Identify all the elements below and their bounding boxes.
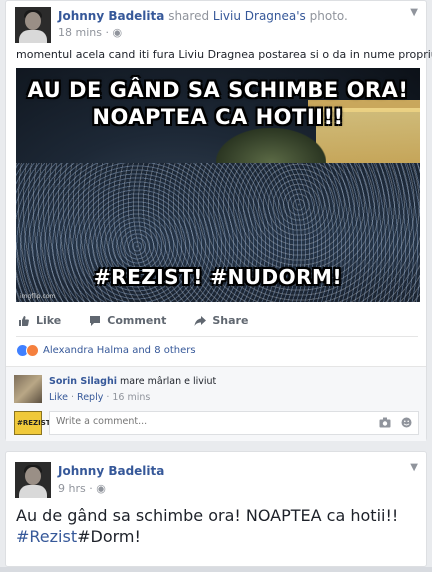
globe-icon: ◉ — [96, 482, 106, 495]
comment-meta: Like · Reply · 16 mins — [49, 392, 151, 403]
comment-timestamp[interactable]: 16 mins — [112, 392, 150, 403]
emoji-icon[interactable] — [401, 417, 412, 428]
hashtag-link[interactable]: #Rezist — [16, 527, 77, 546]
meme-caption-line-1: AU DE GÂND SA SCHIMBE ORA! — [27, 78, 409, 102]
comment-like-link[interactable]: Like — [49, 392, 68, 403]
shared-owner-link[interactable]: Liviu Dragnea's — [213, 9, 306, 23]
comment-icon — [90, 315, 101, 326]
comments-section: Sorin Silaghi mare mârlan e liviut Like … — [6, 366, 426, 441]
thumbs-up-icon — [19, 315, 29, 326]
camera-icon[interactable] — [379, 417, 391, 428]
comment-text: mare mârlan e liviut — [120, 376, 217, 387]
divider — [16, 336, 418, 337]
comment-button[interactable]: Comment — [89, 314, 166, 327]
author-name[interactable]: Johnny Badelita — [58, 464, 164, 478]
globe-icon: ◉ — [112, 26, 123, 39]
post-text: Au de gând sa schimbe ora! NOAPTEA ca ho… — [16, 506, 399, 546]
share-button[interactable]: Share — [194, 314, 248, 327]
author-avatar[interactable] — [15, 462, 51, 498]
post-timestamp[interactable]: 18 mins — [58, 26, 102, 39]
post-meta: 18 mins · ◉ — [58, 26, 123, 39]
post-text: momentul acela cand iti fura Liviu Dragn… — [16, 48, 432, 61]
chevron-down-icon[interactable]: ▼ — [410, 462, 418, 473]
like-button[interactable]: Like — [18, 314, 61, 327]
current-user-avatar: #REZIST — [14, 411, 51, 435]
commenter-name[interactable]: Sorin Silaghi — [49, 376, 117, 387]
comment-reply-link[interactable]: Reply — [77, 392, 103, 403]
meme-caption-bottom: #REZIST! #NUDORM! — [93, 265, 343, 289]
post-actions: Like Comment Share — [18, 314, 276, 327]
comment-box[interactable] — [49, 411, 419, 435]
image-watermark: imgflip.com — [20, 293, 56, 300]
post-timestamp[interactable]: 9 hrs — [58, 482, 86, 495]
post-header: Johnny Badelita shared Liviu Dragnea's p… — [58, 9, 348, 23]
meme-caption-line-2: NOAPTEA CA HOTII!! — [92, 105, 344, 129]
shared-photo[interactable]: AU DE GÂND SA SCHIMBE ORA! NOAPTEA CA HO… — [16, 68, 420, 302]
author-avatar[interactable] — [15, 7, 51, 43]
angry-reaction-icon — [26, 344, 39, 357]
reactions-summary[interactable]: Alexandra Halma and 8 others — [16, 344, 196, 357]
post-card: ▼ Johnny Badelita 9 hrs · ◉ Au de gând s… — [5, 451, 427, 567]
post-card: ▼ Johnny Badelita shared Liviu Dragnea's… — [5, 0, 432, 441]
reactions-names[interactable]: Alexandra Halma and 8 others — [43, 345, 196, 356]
share-icon — [194, 315, 207, 326]
commenter-avatar[interactable] — [14, 375, 42, 403]
post-meta: 9 hrs · ◉ — [58, 482, 106, 495]
comment-input[interactable] — [56, 416, 346, 427]
comment: Sorin Silaghi mare mârlan e liviut — [49, 376, 216, 387]
chevron-down-icon[interactable]: ▼ — [410, 7, 418, 18]
next-post-edge — [0, 567, 432, 572]
post-header: Johnny Badelita — [58, 464, 164, 478]
author-name[interactable]: Johnny Badelita — [58, 9, 164, 23]
